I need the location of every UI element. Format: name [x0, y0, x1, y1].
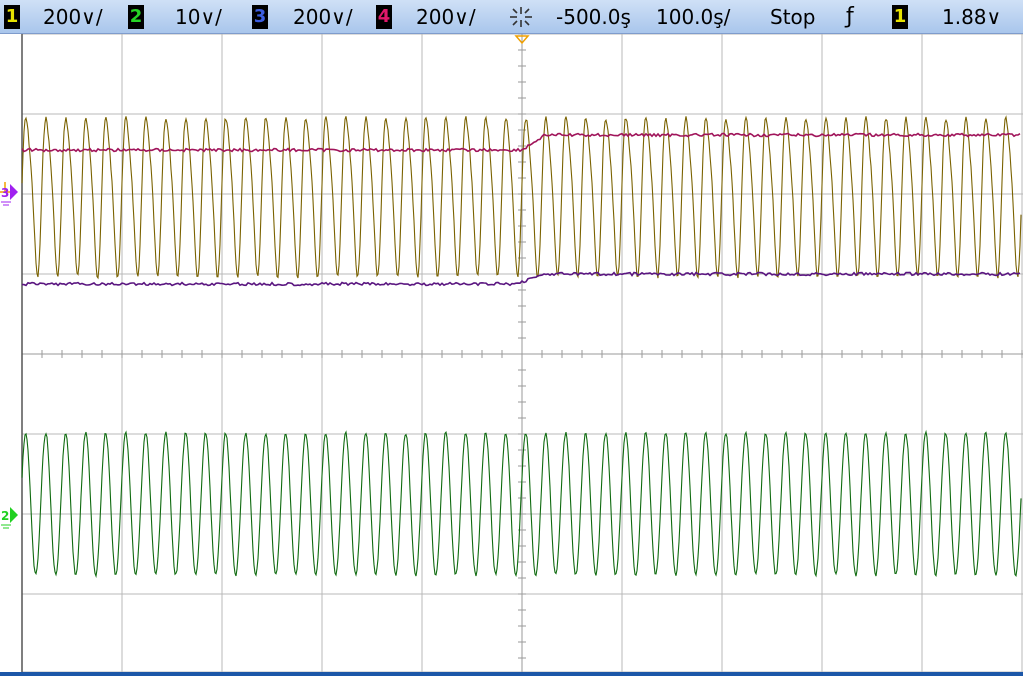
- ch4-badge[interactable]: 4: [376, 5, 392, 29]
- screen-bottom-border: [0, 672, 1023, 676]
- timebase-value[interactable]: 100.0ş/: [656, 0, 730, 34]
- trigger-edge-icon[interactable]: ƒ: [846, 0, 854, 34]
- status-bar: 1 200∨/ 2 10∨/ 3 200∨/ 4 200∨/ -500.0ş 1…: [0, 0, 1023, 34]
- svg-text:2: 2: [1, 509, 9, 523]
- run-state[interactable]: Stop: [770, 0, 815, 34]
- ch3-scale[interactable]: 200∨/: [293, 0, 353, 34]
- svg-text:3: 3: [1, 186, 9, 200]
- ch4-scale[interactable]: 200∨/: [416, 0, 476, 34]
- delay-value[interactable]: -500.0ş: [556, 0, 631, 34]
- ch2-scale[interactable]: 10∨/: [175, 0, 222, 34]
- ch2-badge[interactable]: 2: [128, 5, 144, 29]
- waveform-display[interactable]: 3 2: [0, 34, 1023, 676]
- ch3-badge[interactable]: 3: [252, 5, 268, 29]
- ch1-scale[interactable]: 200∨/: [43, 0, 103, 34]
- trigger-delay-icon: [510, 7, 532, 27]
- trigger-source-badge[interactable]: 1: [892, 5, 908, 29]
- ch1-badge[interactable]: 1: [4, 5, 20, 29]
- trigger-level[interactable]: 1.88∨: [942, 0, 1001, 34]
